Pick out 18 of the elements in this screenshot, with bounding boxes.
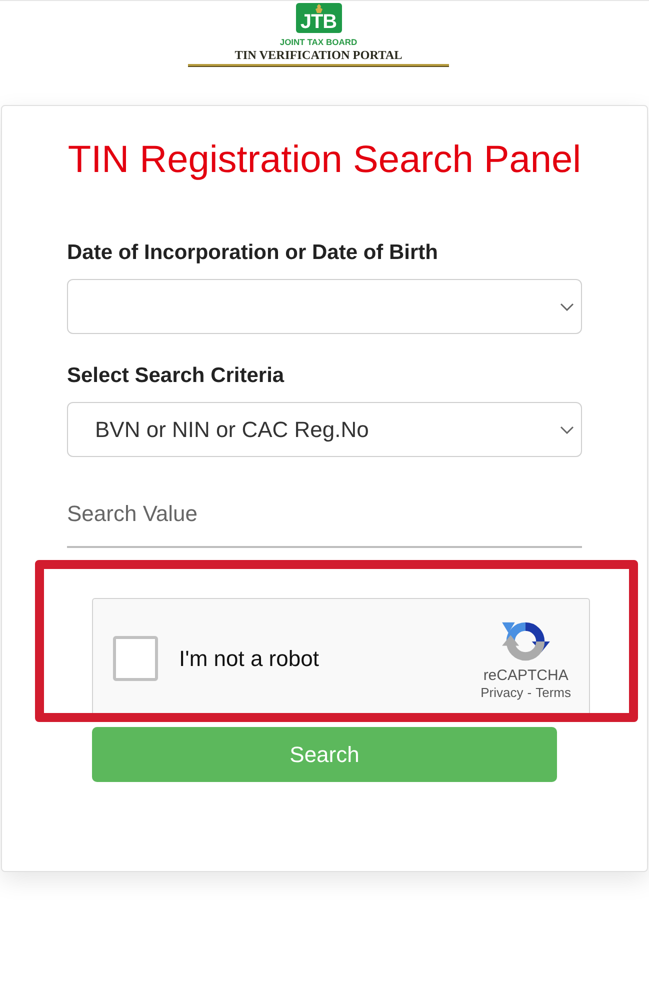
link-separator: - xyxy=(527,685,532,700)
field-label: Date of Incorporation or Date of Birth xyxy=(67,240,440,266)
search-value-field[interactable]: Search Value xyxy=(67,496,582,548)
recaptcha-link[interactable]: Privacy xyxy=(480,685,524,700)
recaptcha-brand: reCAPTCHA xyxy=(483,667,568,685)
dropdown-field[interactable] xyxy=(67,279,582,334)
organization-name: JOINT TAX BOARD xyxy=(280,37,358,47)
recaptcha-link[interactable]: Terms xyxy=(536,685,571,700)
dropdown-field[interactable]: BVN or NIN or CAC Reg.No xyxy=(67,402,582,457)
recaptcha-checkbox[interactable] xyxy=(113,636,158,681)
panel-title: TIN Registration Search Panel xyxy=(67,138,582,183)
field-label: Select Search Criteria xyxy=(67,363,286,389)
chevron-down-icon xyxy=(560,426,574,434)
portal-title: TIN VERIFICATION PORTAL xyxy=(234,49,402,62)
crest-icon xyxy=(314,4,322,13)
recaptcha-label: I'm not a robot xyxy=(179,645,319,673)
logo-text: JTB xyxy=(300,13,337,32)
chevron-down-icon xyxy=(560,302,574,310)
